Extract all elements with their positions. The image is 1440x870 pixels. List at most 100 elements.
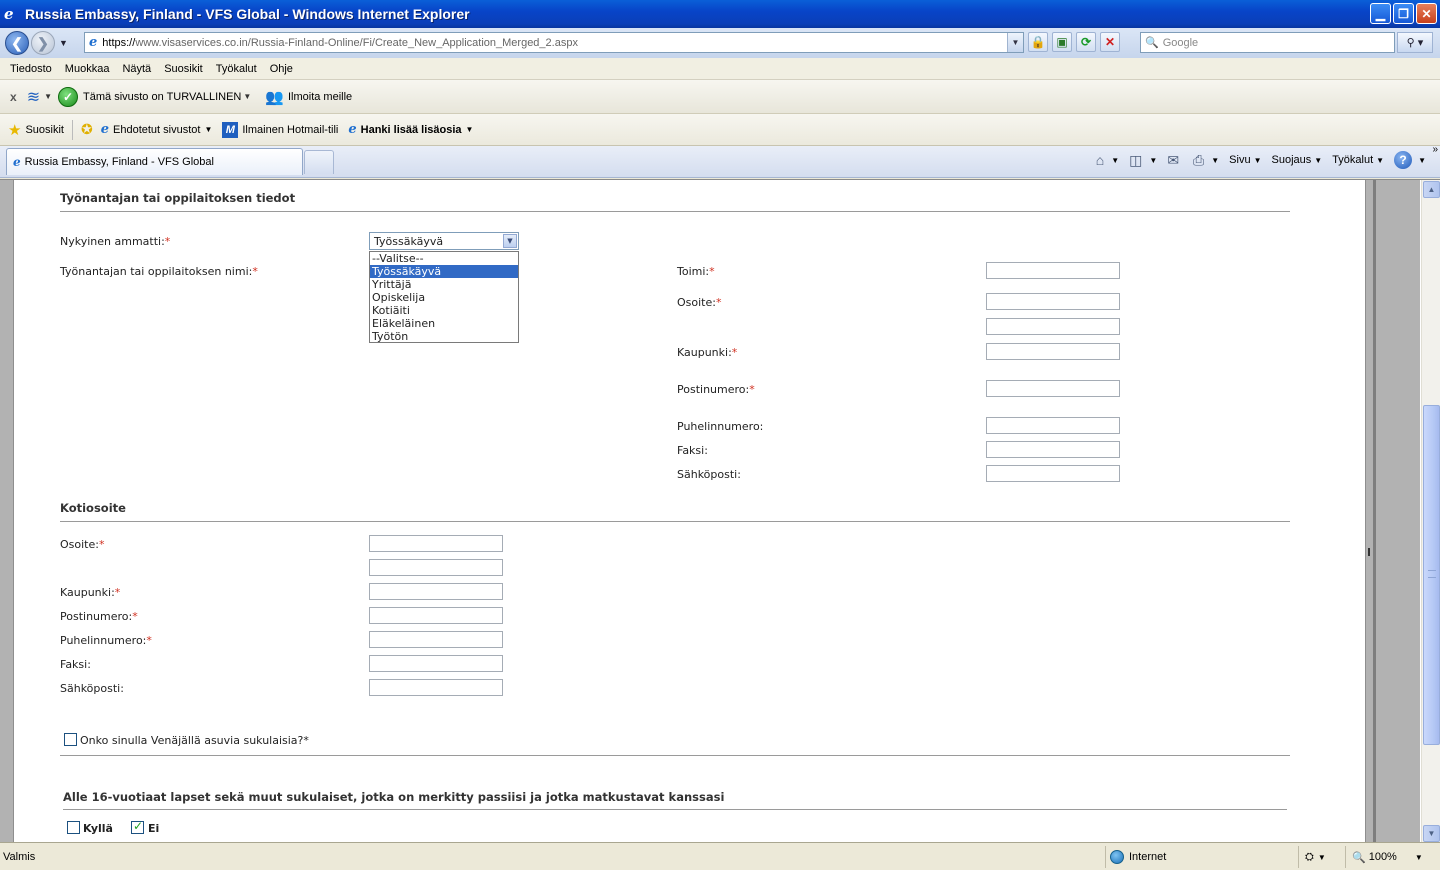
favorites-divider [71, 119, 73, 140]
occupation-option-selected[interactable]: Työssäkäyvä [370, 265, 518, 278]
maximize-button[interactable]: ❐ [1393, 3, 1414, 24]
occupation-option[interactable]: Eläkeläinen [370, 317, 518, 330]
employer-fax-label: Faksi: [677, 444, 708, 457]
home-address-field-1[interactable] [369, 535, 503, 552]
relatives-in-russia-checkbox[interactable] [64, 733, 77, 746]
safe-site-text[interactable]: Tämä sivusto on TURVALLINEN [83, 91, 241, 103]
addons-caret-icon[interactable]: ▼ [466, 125, 474, 134]
add-favorite-icon[interactable]: ✪ [81, 121, 93, 138]
occupation-dropdown-list: --Valitse-- Työssäkäyvä Yrittäjä Opiskel… [369, 251, 519, 343]
home-fax-field[interactable] [369, 655, 503, 672]
occupation-select[interactable]: Työssäkäyvä ▼ [369, 232, 519, 250]
children-yes-checkbox[interactable] [67, 821, 80, 834]
window-title-bar[interactable]: e Russia Embassy, Finland - VFS Global -… [0, 0, 1440, 28]
tools-menu[interactable]: Työkalut ▼ [1332, 154, 1384, 166]
minimize-button[interactable]: ▁ [1370, 3, 1391, 24]
rss-icon: ◫ [1129, 151, 1143, 168]
chevron-down-icon[interactable]: ▼ [503, 234, 517, 248]
wifi-icon[interactable]: ≋ [27, 87, 40, 107]
tools-menu-label: Työkalut [1332, 154, 1374, 166]
menu-bar: Tiedosto Muokkaa Näytä Suosikit Työkalut… [0, 58, 1440, 80]
menu-favorites[interactable]: Suosikit [164, 63, 203, 75]
ie-logo-icon: e [4, 5, 14, 23]
scroll-thumb[interactable] [1423, 405, 1440, 745]
refresh-icon[interactable]: ⟳ [1076, 32, 1096, 52]
protected-mode-button[interactable]: ⛭ ▼ [1298, 846, 1342, 868]
url-text: www.visaservices.co.in/Russia-Finland-On… [135, 36, 578, 49]
menu-help[interactable]: Ohje [270, 63, 293, 75]
more-commands-icon[interactable]: » [1432, 144, 1438, 155]
occupation-option[interactable]: Yrittäjä [370, 278, 518, 291]
scroll-up-icon[interactable]: ▲ [1423, 181, 1440, 198]
home-address-field-2[interactable] [369, 559, 503, 576]
lock-icon[interactable]: 🔒 [1028, 32, 1048, 52]
occupation-option[interactable]: Työtön [370, 330, 518, 343]
zoom-button[interactable]: 🔍 100% ▼ [1345, 846, 1440, 868]
zone-label: Internet [1129, 851, 1167, 863]
feeds-button[interactable]: ◫ ▼ [1129, 152, 1157, 169]
stop-icon[interactable]: ✕ [1100, 32, 1120, 52]
occupation-option[interactable]: --Valitse-- [370, 252, 518, 265]
menu-tools[interactable]: Työkalut [216, 63, 257, 75]
get-addons-link[interactable]: Hanki lisää lisäosia [361, 124, 462, 136]
home-postcode-label: Postinumero:* [60, 610, 138, 623]
employer-fax-field[interactable] [986, 441, 1120, 458]
help-menu[interactable]: ? ▼ [1394, 151, 1426, 169]
safety-menu[interactable]: Suojaus ▼ [1272, 154, 1323, 166]
hotmail-link[interactable]: Ilmainen Hotmail-tili [242, 124, 338, 136]
new-tab-button[interactable] [304, 150, 334, 174]
forward-button[interactable]: ❯ [31, 31, 55, 55]
home-icon: ⌂ [1095, 152, 1105, 168]
application-form: Työnantajan tai oppilaitoksen tiedot Nyk… [15, 180, 1365, 842]
printer-icon: ⎙ [1193, 151, 1205, 168]
children-no-checkbox[interactable] [131, 819, 144, 834]
compatibility-view-icon[interactable]: ▣ [1052, 32, 1072, 52]
report-link[interactable]: Ilmoita meille [288, 91, 352, 103]
home-phone-field[interactable] [369, 631, 503, 648]
suggested-sites-link[interactable]: Ehdotetut sivustot [113, 124, 200, 136]
safe-site-caret-icon[interactable]: ▼ [243, 92, 251, 101]
suggested-sites-caret-icon[interactable]: ▼ [204, 125, 212, 134]
scroll-down-icon[interactable]: ▼ [1423, 825, 1440, 842]
recent-pages-dropdown[interactable]: ▼ [59, 38, 68, 48]
favorites-button[interactable]: Suosikit [25, 124, 64, 136]
employer-address-field-2[interactable] [986, 318, 1120, 335]
close-toolbar-icon[interactable]: x [10, 90, 17, 104]
mail-button[interactable]: ✉ [1167, 152, 1183, 169]
menu-file[interactable]: Tiedosto [10, 63, 52, 75]
employer-address-field-1[interactable] [986, 293, 1120, 310]
home-email-field[interactable] [369, 679, 503, 696]
back-button[interactable]: ❮ [5, 31, 29, 55]
employer-email-field[interactable] [986, 465, 1120, 482]
occupation-option[interactable]: Kotiäiti [370, 304, 518, 317]
home-address-label: Osoite:* [60, 538, 105, 551]
menu-edit[interactable]: Muokkaa [65, 63, 110, 75]
address-dropdown-icon[interactable]: ▼ [1007, 33, 1023, 52]
tab-current[interactable]: e Russia Embassy, Finland - VFS Global [6, 148, 303, 175]
home-city-field[interactable] [369, 583, 503, 600]
home-postcode-field[interactable] [369, 607, 503, 624]
menu-view[interactable]: Näytä [122, 63, 151, 75]
industry-field[interactable] [986, 262, 1120, 279]
employer-phone-field[interactable] [986, 417, 1120, 434]
home-button[interactable]: ⌂ ▼ [1096, 152, 1119, 168]
occupation-option[interactable]: Opiskelija [370, 291, 518, 304]
address-bar[interactable]: e https:// www.visaservices.co.in/Russia… [84, 32, 1024, 53]
security-toolbar: x ≋ ▼ ✓ Tämä sivusto on TURVALLINEN ▼ 👥 … [0, 80, 1440, 114]
search-button[interactable]: ⚲ ▾ [1397, 32, 1433, 53]
suggested-sites-icon: e [100, 122, 109, 137]
print-button[interactable]: ⎙ ▼ [1193, 152, 1219, 169]
employer-postcode-field[interactable] [986, 380, 1120, 397]
employer-phone-label: Puhelinnumero: [677, 420, 764, 433]
close-window-button[interactable]: ✕ [1416, 3, 1437, 24]
safety-menu-label: Suojaus [1271, 154, 1312, 166]
vertical-scrollbar[interactable]: ▲ ▼ [1421, 180, 1440, 842]
search-input[interactable]: 🔍 Google [1140, 32, 1395, 53]
toolbar-caret-icon[interactable]: ▼ [44, 92, 52, 101]
home-city-label: Kaupunki:* [60, 586, 121, 599]
page-right-gutter [1365, 180, 1420, 842]
employer-city-field[interactable] [986, 343, 1120, 360]
security-zone[interactable]: Internet [1105, 846, 1295, 868]
employer-postcode-label: Postinumero:* [677, 383, 755, 396]
page-menu[interactable]: Sivu ▼ [1229, 154, 1261, 166]
